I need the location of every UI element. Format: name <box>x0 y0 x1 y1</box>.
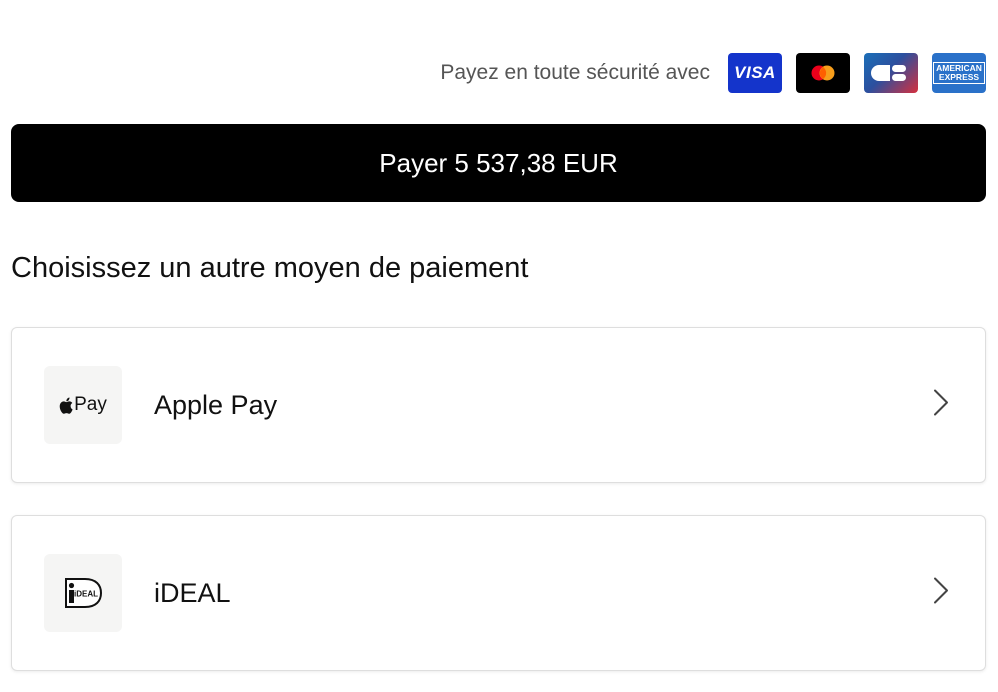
payment-method-apple-pay[interactable]: Pay Apple Pay <box>11 327 986 483</box>
visa-logo-icon: VISA <box>728 53 782 93</box>
apple-pay-label: Apple Pay <box>154 389 278 420</box>
secure-payment-text: Payez en toute sécurité avec <box>440 61 710 84</box>
cb-logo-shape <box>871 65 906 81</box>
chevron-right-icon <box>933 389 949 422</box>
mastercard-circles <box>811 65 835 81</box>
amex-logo-icon: American Express <box>932 53 986 93</box>
other-methods-heading: Choisissez un autre moyen de paiement <box>11 252 529 284</box>
cb-logo-icon <box>864 53 918 93</box>
pay-button[interactable]: Payer 5 537,38 EUR <box>11 124 986 202</box>
ideal-icon-text: iDEAL <box>74 590 98 599</box>
amex-line-2: Express <box>938 72 980 82</box>
ideal-label: iDEAL <box>154 577 231 608</box>
mastercard-logo-icon <box>796 53 850 93</box>
chevron-right-icon <box>933 577 949 610</box>
ideal-icon: iDEAL <box>44 554 122 632</box>
visa-logo-text: VISA <box>734 63 776 82</box>
ideal-logo-shape: iDEAL <box>65 578 103 608</box>
secure-payment-row: Payez en toute sécurité avec VISA Americ… <box>440 52 986 94</box>
apple-pay-icon-text: Pay <box>74 394 107 415</box>
apple-logo-icon <box>59 397 73 414</box>
apple-pay-icon: Pay <box>44 366 122 444</box>
payment-method-ideal[interactable]: iDEAL iDEAL <box>11 515 986 671</box>
